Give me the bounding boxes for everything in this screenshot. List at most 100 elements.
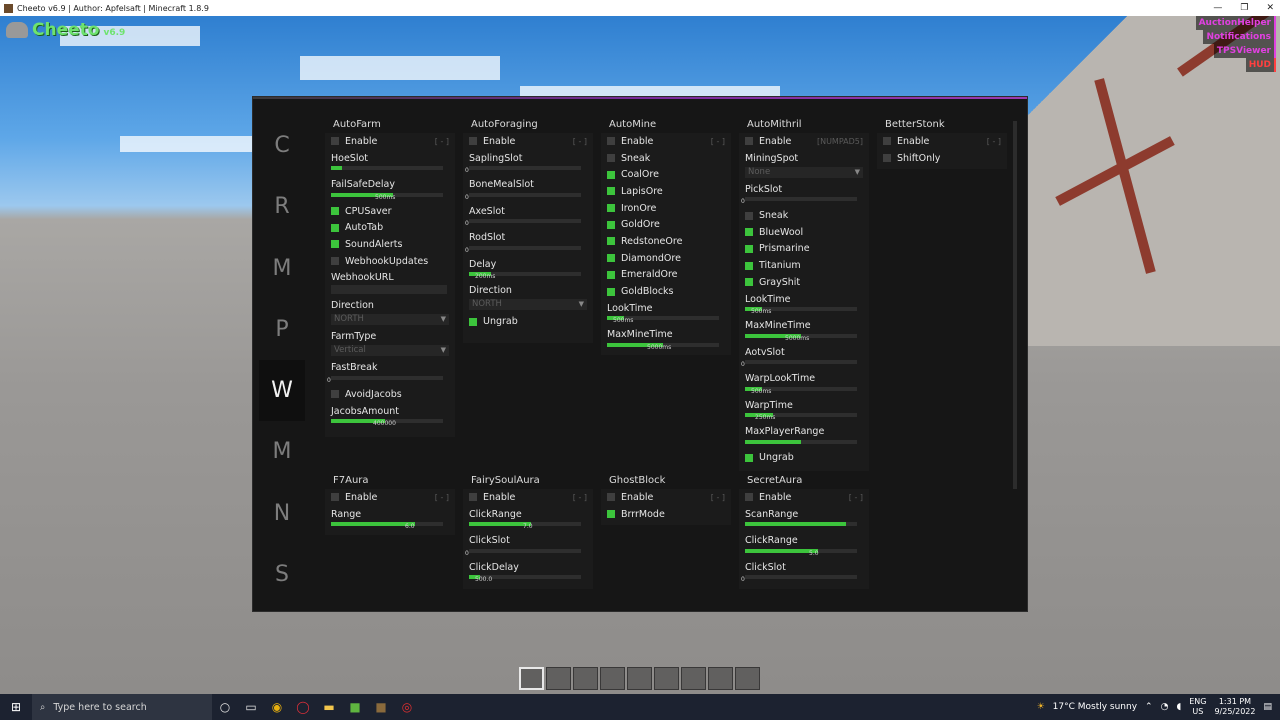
- enable-toggle[interactable]: Enable[ - ]: [601, 489, 731, 506]
- cortana-icon[interactable]: ○: [212, 694, 238, 720]
- ironore-toggle[interactable]: IronOre: [601, 200, 731, 217]
- grayshit-toggle[interactable]: GrayShit: [739, 274, 869, 291]
- network-icon[interactable]: ◔: [1161, 702, 1169, 712]
- prismarine-toggle[interactable]: Prismarine: [739, 241, 869, 258]
- hotbar-slot[interactable]: [627, 667, 652, 690]
- titanium-toggle[interactable]: Titanium: [739, 257, 869, 274]
- hotbar-slot[interactable]: [546, 667, 571, 690]
- hotbar-slot[interactable]: [573, 667, 598, 690]
- maxplayerrange-slider[interactable]: MaxPlayerRange: [739, 423, 869, 450]
- miningspot-select[interactable]: MiningSpot None ▼: [739, 150, 869, 181]
- enable-toggle[interactable]: Enable[ - ]: [463, 133, 593, 150]
- farmtype-select[interactable]: FarmType Vertical ▼: [325, 328, 455, 359]
- emeraldore-toggle[interactable]: EmeraldOre: [601, 267, 731, 284]
- weather-icon[interactable]: ☀: [1037, 702, 1045, 712]
- cpusaver-toggle[interactable]: CPUSaver: [325, 203, 455, 220]
- goldblocks-toggle[interactable]: GoldBlocks: [601, 283, 731, 300]
- hoeslot-slider[interactable]: HoeSlot: [325, 150, 455, 177]
- category-tab[interactable]: M: [259, 421, 305, 482]
- enable-toggle[interactable]: Enable[ - ]: [739, 489, 869, 506]
- delay-slider[interactable]: Delay 200ms: [463, 256, 593, 283]
- ungrab-toggle[interactable]: Ungrab: [739, 450, 869, 467]
- webhookupdates-toggle[interactable]: WebhookUpdates: [325, 253, 455, 270]
- autotab-toggle[interactable]: AutoTab: [325, 219, 455, 236]
- chevron-up-icon[interactable]: ⌃: [1145, 702, 1153, 712]
- redstoneore-toggle[interactable]: RedstoneOre: [601, 233, 731, 250]
- failsafedelay-slider[interactable]: FailSafeDelay 500ms: [325, 176, 455, 203]
- minecraft-launcher-icon[interactable]: ■: [342, 694, 368, 720]
- range-slider[interactable]: Range 6.0: [325, 506, 455, 533]
- volume-icon[interactable]: ◖: [1176, 702, 1181, 712]
- hotbar-slot[interactable]: [654, 667, 679, 690]
- maxminetime-slider[interactable]: MaxMineTime 5000ms: [601, 326, 731, 353]
- enable-toggle[interactable]: Enable[ - ]: [601, 133, 731, 150]
- category-tab[interactable]: P: [259, 299, 305, 360]
- scrollbar[interactable]: [1013, 121, 1017, 489]
- goldore-toggle[interactable]: GoldOre: [601, 216, 731, 233]
- lapisore-toggle[interactable]: LapisOre: [601, 183, 731, 200]
- chrome-icon[interactable]: ◉: [264, 694, 290, 720]
- checkbox[interactable]: [331, 137, 339, 146]
- clickdelay-slider[interactable]: ClickDelay 500.0: [463, 559, 593, 586]
- category-tab[interactable]: S: [259, 544, 305, 605]
- category-tab[interactable]: M: [259, 238, 305, 299]
- opera-icon[interactable]: ◯: [290, 694, 316, 720]
- sneak-toggle[interactable]: Sneak: [739, 207, 869, 224]
- bonemealslot-slider[interactable]: BoneMealSlot 0: [463, 176, 593, 203]
- hotbar-slot-selected[interactable]: [519, 667, 544, 690]
- looktime-slider[interactable]: LookTime 500ms: [739, 291, 869, 318]
- coalore-toggle[interactable]: CoalOre: [601, 166, 731, 183]
- clickrange-slider[interactable]: ClickRange 7.0: [463, 506, 593, 533]
- scanrange-slider[interactable]: ScanRange: [739, 506, 869, 533]
- enable-toggle[interactable]: Enable[ - ]: [877, 133, 1007, 150]
- fastbreak-slider[interactable]: FastBreak 0: [325, 359, 455, 386]
- maximize-icon[interactable]: ❐: [1240, 3, 1248, 13]
- jacobsamount-slider[interactable]: JacobsAmount 400000: [325, 403, 455, 430]
- enable-toggle[interactable]: Enable [NUMPAD5]: [739, 133, 869, 150]
- saplingslot-slider[interactable]: SaplingSlot 0: [463, 150, 593, 177]
- hotbar-slot[interactable]: [681, 667, 706, 690]
- pickslot-slider[interactable]: PickSlot 0: [739, 181, 869, 208]
- avoidjacobs-toggle[interactable]: AvoidJacobs: [325, 386, 455, 403]
- task-view-icon[interactable]: ▭: [238, 694, 264, 720]
- clickslot-slider[interactable]: ClickSlot 0: [739, 559, 869, 586]
- maxminetime-slider[interactable]: MaxMineTime 5000ms: [739, 317, 869, 344]
- direction-select[interactable]: Direction NORTH ▼: [463, 282, 593, 313]
- clickslot-slider[interactable]: ClickSlot 0: [463, 532, 593, 559]
- bluewool-toggle[interactable]: BlueWool: [739, 224, 869, 241]
- taskbar-search[interactable]: ⌕ Type here to search: [32, 694, 212, 720]
- keybind[interactable]: [ - ]: [435, 137, 449, 146]
- brrrmode-toggle[interactable]: BrrrMode: [601, 506, 731, 523]
- enable-toggle[interactable]: Enable[ - ]: [325, 489, 455, 506]
- minecraft-game-icon[interactable]: ■: [368, 694, 394, 720]
- language-indicator[interactable]: ENG US: [1189, 697, 1206, 717]
- warplooktime-slider[interactable]: WarpLookTime 500ms: [739, 370, 869, 397]
- rodslot-slider[interactable]: RodSlot 0: [463, 229, 593, 256]
- clock[interactable]: 1:31 PM 9/25/2022: [1214, 697, 1255, 717]
- diamondore-toggle[interactable]: DiamondOre: [601, 250, 731, 267]
- webhookurl-field[interactable]: WebhookURL: [325, 269, 455, 297]
- category-tab[interactable]: N: [259, 483, 305, 544]
- enable-toggle[interactable]: Enable[ - ]: [463, 489, 593, 506]
- weather-text[interactable]: 17°C Mostly sunny: [1053, 702, 1137, 712]
- recording-app-icon[interactable]: ◎: [394, 694, 420, 720]
- direction-select[interactable]: Direction NORTH ▼: [325, 297, 455, 328]
- ungrab-toggle[interactable]: Ungrab: [463, 313, 593, 330]
- file-explorer-icon[interactable]: ▬: [316, 694, 342, 720]
- enable-toggle[interactable]: Enable[ - ]: [325, 133, 455, 150]
- hotbar-slot[interactable]: [735, 667, 760, 690]
- minimize-icon[interactable]: —: [1213, 3, 1222, 13]
- looktime-slider[interactable]: LookTime 500ms: [601, 300, 731, 327]
- hotbar-slot[interactable]: [600, 667, 625, 690]
- hotbar-slot[interactable]: [708, 667, 733, 690]
- shiftonly-toggle[interactable]: ShiftOnly: [877, 150, 1007, 167]
- soundalerts-toggle[interactable]: SoundAlerts: [325, 236, 455, 253]
- category-tab[interactable]: R: [259, 176, 305, 237]
- sneak-toggle[interactable]: Sneak: [601, 150, 731, 167]
- warptime-slider[interactable]: WarpTime 250ms: [739, 397, 869, 424]
- aotvslot-slider[interactable]: AotvSlot 0: [739, 344, 869, 371]
- clickrange-slider[interactable]: ClickRange 5.0: [739, 532, 869, 559]
- axeslot-slider[interactable]: AxeSlot 0: [463, 203, 593, 230]
- category-tab-active[interactable]: W: [259, 360, 305, 422]
- close-icon[interactable]: ✕: [1266, 3, 1274, 13]
